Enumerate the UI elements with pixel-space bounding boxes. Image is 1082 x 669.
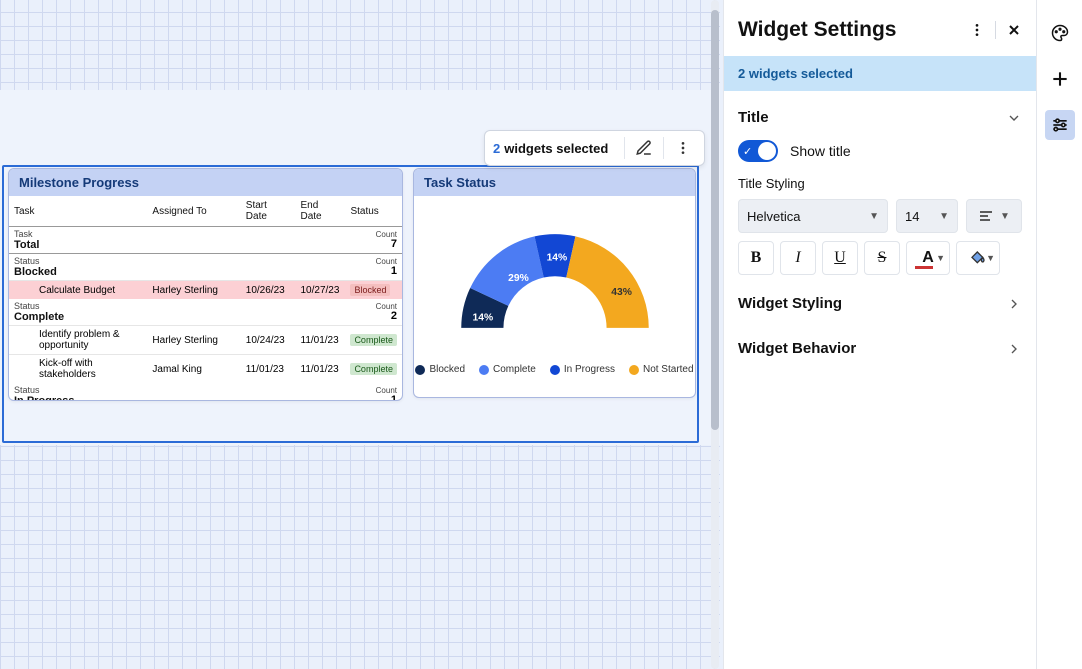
palette-icon[interactable] <box>1045 18 1075 48</box>
svg-text:43%: 43% <box>611 287 632 298</box>
section-widget-behavior[interactable]: Widget Behavior <box>724 326 1036 371</box>
chevron-down-icon <box>1006 110 1022 126</box>
paint-bucket-icon <box>970 250 986 266</box>
col-assignee: Assigned To <box>147 196 240 227</box>
legend-dot-icon <box>550 365 560 375</box>
edit-icon[interactable] <box>631 135 657 161</box>
milestone-table: Task Assigned To Start Date End Date Sta… <box>9 196 402 401</box>
widget-title: Milestone Progress <box>9 169 402 196</box>
col-task: Task <box>9 196 147 227</box>
widget-settings-panel: Widget Settings 2 widgets selected Title… <box>723 0 1036 669</box>
underline-button[interactable]: U <box>822 241 858 275</box>
align-left-icon <box>978 208 994 224</box>
section-widget-styling[interactable]: Widget Styling <box>724 281 1036 326</box>
font-family-select[interactable]: Helvetica ▼ <box>738 199 888 233</box>
widget-milestone-progress[interactable]: Milestone Progress Task Assigned To Star… <box>8 168 403 401</box>
text-align-select[interactable]: ▼ <box>966 199 1022 233</box>
widget-task-status[interactable]: Task Status 14% 29% <box>413 168 696 398</box>
caret-down-icon: ▼ <box>986 253 995 263</box>
selection-toolbar: 2 widgets selected <box>484 130 705 166</box>
show-title-label: Show title <box>790 143 851 159</box>
close-icon[interactable] <box>1006 22 1022 38</box>
bold-button[interactable]: B <box>738 241 774 275</box>
text-color-button[interactable]: A ▼ <box>906 241 950 275</box>
toolbar-separator <box>624 137 625 159</box>
selection-text: widgets selected <box>504 141 608 156</box>
col-end: End Date <box>296 196 346 227</box>
group-blocked: Status Blocked Count 1 <box>9 254 402 281</box>
more-vertical-icon[interactable] <box>670 135 696 161</box>
strikethrough-button[interactable]: S <box>864 241 900 275</box>
fill-color-button[interactable]: ▼ <box>956 241 1000 275</box>
table-row[interactable]: Identify problem & opportunity Harley St… <box>9 326 402 355</box>
chart-legend: Blocked Complete In Progress Not Started <box>415 364 693 375</box>
canvas-scrollbar[interactable] <box>711 0 719 669</box>
table-row[interactable]: Calculate Budget Harley Sterling 10/26/2… <box>9 281 402 300</box>
caret-down-icon: ▼ <box>939 211 949 222</box>
sliders-icon[interactable] <box>1045 110 1075 140</box>
show-title-toggle[interactable]: ✓ <box>738 140 778 162</box>
add-icon[interactable] <box>1045 64 1075 94</box>
section-title-header[interactable]: Title <box>738 103 1022 132</box>
widget-title: Task Status <box>414 169 695 196</box>
toolbar-separator <box>663 137 664 159</box>
dashboard-canvas: ard 2 widgets selected Milestone Progres… <box>0 0 720 669</box>
right-icon-rail <box>1036 0 1082 669</box>
font-size-select[interactable]: 14 ▼ <box>896 199 958 233</box>
italic-button[interactable]: I <box>780 241 816 275</box>
caret-down-icon: ▼ <box>936 253 945 263</box>
selection-count: 2 <box>493 141 500 156</box>
chevron-right-icon <box>1006 296 1022 312</box>
group-total: Task Total Count 7 <box>9 227 402 254</box>
chevron-right-icon <box>1006 341 1022 357</box>
legend-dot-icon <box>415 365 425 375</box>
status-badge: Complete <box>350 334 397 346</box>
donut-chart: 14% 29% 14% 43% <box>425 206 685 356</box>
legend-dot-icon <box>479 365 489 375</box>
caret-down-icon: ▼ <box>869 211 879 222</box>
svg-text:14%: 14% <box>546 252 567 263</box>
svg-text:14%: 14% <box>472 312 493 323</box>
col-start: Start Date <box>241 196 296 227</box>
status-badge: Blocked <box>350 284 390 296</box>
group-complete: Status Complete Count 2 <box>9 299 402 326</box>
table-row[interactable]: Kick-off with stakeholders Jamal King 11… <box>9 355 402 384</box>
separator <box>995 21 996 39</box>
status-badge: Complete <box>350 363 397 375</box>
col-status: Status <box>345 196 402 227</box>
selection-bar: 2 widgets selected <box>724 56 1036 91</box>
caret-down-icon: ▼ <box>1000 211 1010 222</box>
title-styling-label: Title Styling <box>738 176 1022 191</box>
svg-text:29%: 29% <box>508 273 529 284</box>
more-vertical-icon[interactable] <box>969 22 985 38</box>
legend-dot-icon <box>629 365 639 375</box>
panel-title: Widget Settings <box>738 18 896 42</box>
group-inprogress: Status In Progress Count 1 <box>9 383 402 401</box>
